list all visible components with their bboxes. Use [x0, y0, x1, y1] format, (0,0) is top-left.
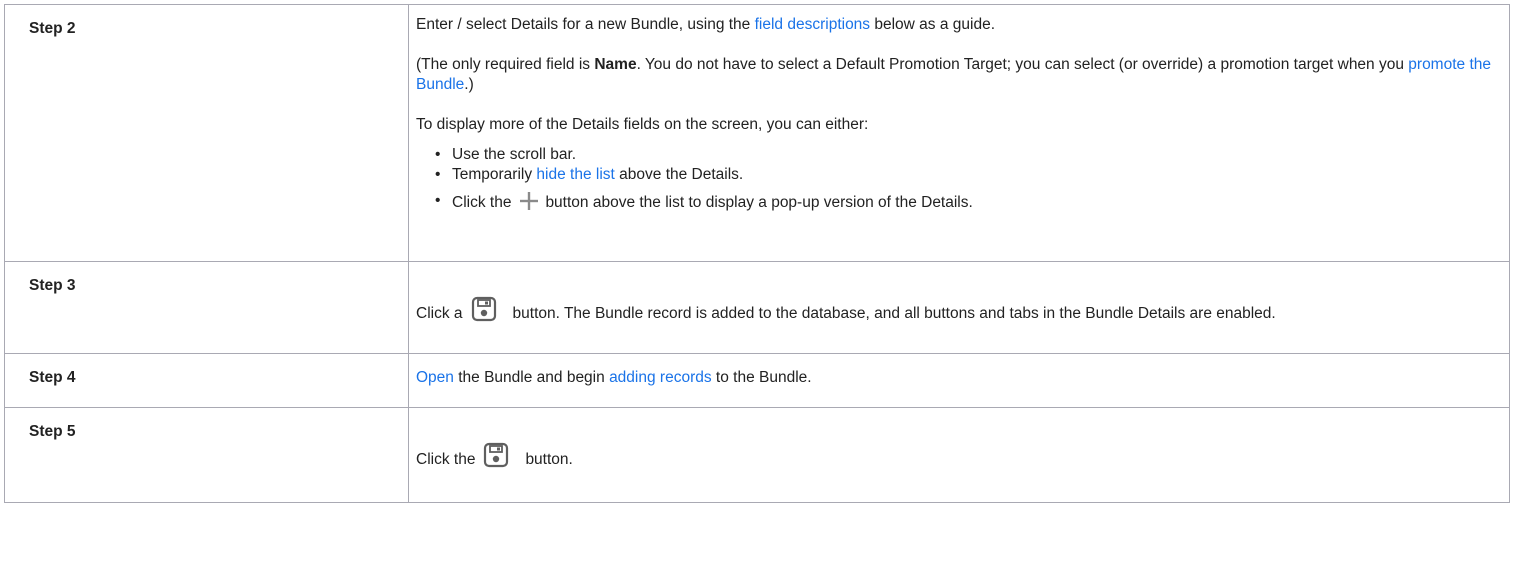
step-4-description-cell: Open the Bundle and begin adding records… [408, 353, 1510, 408]
step-4-label-cell: Step 4 [4, 353, 409, 408]
save-icon [471, 296, 497, 322]
step-3-description-cell: Click a button. The Bundle record is adde… [408, 261, 1510, 354]
plus-icon [519, 191, 539, 217]
save-icon [483, 442, 509, 468]
bullet-plus-button: • Click the button above the list to displ… [416, 191, 1499, 217]
step-3-description: Click a button. The Bundle record is adde… [409, 262, 1509, 324]
step-2-row: Step 2 Enter / select Details for a new … [4, 4, 1510, 262]
open-bundle-link[interactable]: Open [416, 369, 454, 386]
step-2-paragraph-3: To display more of the Details fields on… [416, 116, 869, 133]
step-5-label-cell: Step 5 [4, 407, 409, 503]
step-4-label: Step 4 [29, 369, 76, 386]
step-2-label: Step 2 [29, 20, 76, 37]
step-2-paragraph-2: (The only required field is Name. You do… [416, 56, 1491, 93]
step-3-row: Step 3 Click a button. The Bundle record … [4, 261, 1510, 354]
step-4-row: Step 4 Open the Bundle and begin adding … [4, 353, 1510, 408]
step-2-label-cell: Step 2 [4, 4, 409, 262]
steps-table: Step 2 Enter / select Details for a new … [4, 4, 1510, 503]
step-3-paragraph: Click a button. The Bundle record is adde… [416, 296, 1499, 324]
step-4-paragraph: Open the Bundle and begin adding records… [416, 369, 812, 386]
step-3-label-cell: Step 3 [4, 261, 409, 354]
hide-list-link[interactable]: hide the list [536, 166, 614, 183]
step-2-description: Enter / select Details for a new Bundle,… [409, 5, 1509, 217]
step-5-row: Step 5 Click the button. [4, 407, 1510, 503]
required-field-name: Name [594, 56, 637, 73]
field-descriptions-link[interactable]: field descriptions [755, 16, 870, 33]
step-2-description-cell: Enter / select Details for a new Bundle,… [408, 4, 1510, 262]
step-3-label: Step 3 [29, 277, 76, 294]
step-4-description: Open the Bundle and begin adding records… [409, 354, 1509, 388]
step-2-paragraph-1: Enter / select Details for a new Bundle,… [416, 16, 996, 33]
step-5-description: Click the button. [409, 408, 1509, 470]
step-5-description-cell: Click the button. [408, 407, 1510, 503]
adding-records-link[interactable]: adding records [609, 369, 712, 386]
step-2-bullet-list: • Use the scroll bar. • Temporarily hide t… [416, 145, 1499, 217]
step-5-label: Step 5 [29, 423, 76, 440]
bullet-hide-list: • Temporarily hide the list above the Det… [435, 166, 744, 183]
step-5-paragraph: Click the button. [416, 442, 1499, 470]
bullet-scroll-bar: • Use the scroll bar. [435, 146, 577, 163]
